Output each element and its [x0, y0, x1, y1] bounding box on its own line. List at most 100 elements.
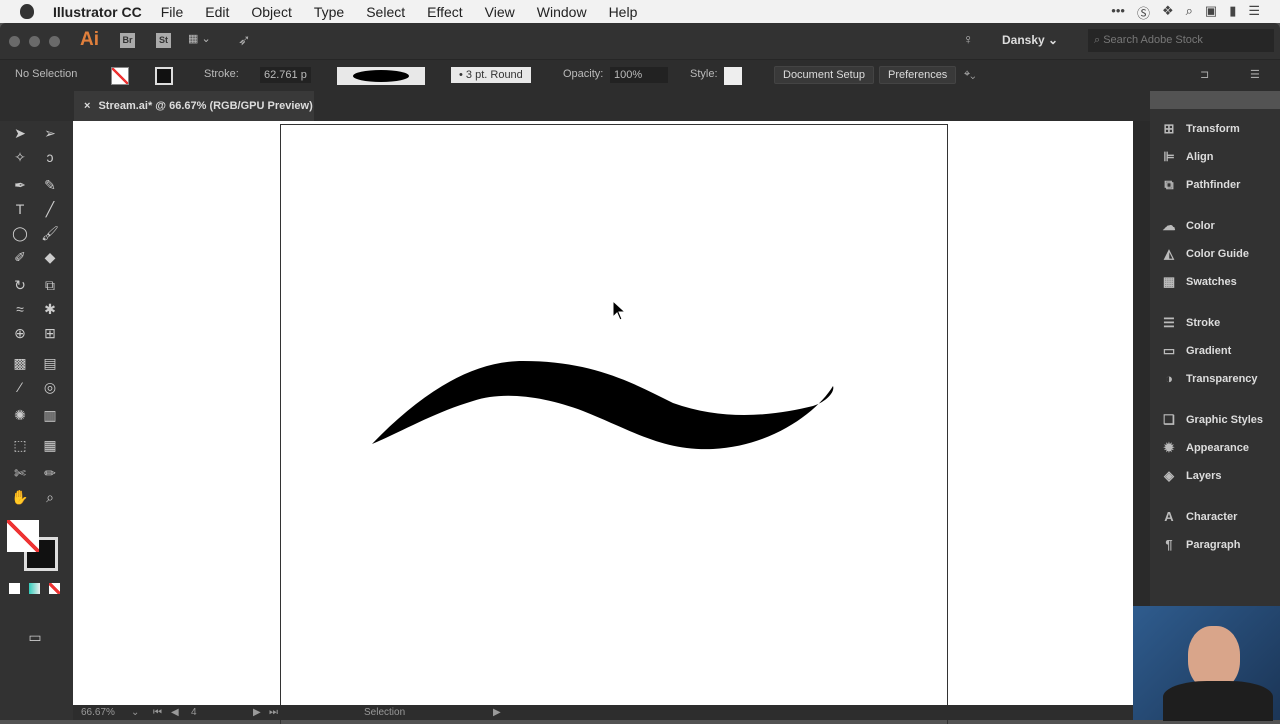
app-menu[interactable]: Illustrator CC: [53, 4, 142, 20]
calendar-icon[interactable]: ▣: [1205, 3, 1217, 22]
first-artboard-icon[interactable]: ⏮: [153, 707, 162, 718]
zoom-tool-icon[interactable]: ⌕: [40, 487, 60, 507]
zoom-window-button[interactable]: [49, 36, 60, 47]
document-tab[interactable]: × Stream.ai* @ 66.67% (RGB/GPU Preview): [74, 91, 314, 121]
skype-icon[interactable]: Ⓢ: [1137, 3, 1150, 22]
perspective-grid-tool-icon[interactable]: ⊞: [40, 323, 60, 343]
panel-paragraph[interactable]: ¶ Paragraph: [1160, 537, 1240, 552]
zoom-dropdown-icon[interactable]: ⌄: [131, 707, 139, 718]
direct-selection-tool-icon[interactable]: ➢: [40, 123, 60, 143]
panel-transparency[interactable]: ◑ Transparency: [1160, 371, 1257, 386]
color-mode-button[interactable]: [9, 583, 20, 594]
eraser-tool-icon[interactable]: ◆: [40, 247, 60, 267]
notification-icon[interactable]: ☰: [1248, 3, 1260, 22]
width-tool-icon[interactable]: ≈: [10, 299, 30, 319]
panel-appearance[interactable]: ✹ Appearance: [1160, 440, 1249, 456]
prev-artboard-icon[interactable]: ◀: [171, 707, 179, 718]
panel-transform[interactable]: ⊞ Transform: [1160, 121, 1240, 137]
pen-tool-icon[interactable]: ✒: [10, 175, 30, 195]
shaper-tool-icon[interactable]: ✐: [10, 247, 30, 267]
layout-icon[interactable]: ▮: [1229, 3, 1236, 22]
last-artboard-icon[interactable]: ⏭: [269, 707, 278, 718]
close-window-button[interactable]: [9, 36, 20, 47]
symbol-sprayer-tool-icon[interactable]: ✺: [10, 405, 30, 425]
next-artboard-icon[interactable]: ▶: [253, 707, 261, 718]
minimize-window-button[interactable]: [29, 36, 40, 47]
graphic-style-swatch[interactable]: [724, 67, 742, 85]
fill-swatch[interactable]: [111, 67, 129, 85]
opacity-input[interactable]: 100%: [610, 67, 668, 83]
stroke-weight-input[interactable]: 62.761 p: [260, 67, 311, 83]
none-mode-button[interactable]: [49, 583, 60, 594]
menu-object[interactable]: Object: [251, 4, 291, 20]
stroke-swatch[interactable]: [155, 67, 173, 85]
panel-swatches[interactable]: ▦ Swatches: [1160, 274, 1237, 290]
close-tab-icon[interactable]: ×: [84, 100, 90, 112]
panel-color-guide[interactable]: ◭ Color Guide: [1160, 246, 1249, 262]
menu-select[interactable]: Select: [366, 4, 405, 20]
knife-tool-icon[interactable]: ✏: [40, 463, 60, 483]
document-setup-button[interactable]: Document Setup: [774, 66, 874, 84]
menu-effect[interactable]: Effect: [427, 4, 463, 20]
eyedropper-tool-icon[interactable]: ⁄: [10, 377, 30, 397]
scissors-tool-icon[interactable]: ✄: [10, 463, 30, 483]
magic-wand-tool-icon[interactable]: ✧: [10, 147, 30, 167]
wave-brush-stroke[interactable]: [372, 361, 834, 450]
panel-stroke[interactable]: ☰ Stroke: [1160, 315, 1220, 331]
bridge-button[interactable]: Br: [120, 33, 135, 48]
menu-file[interactable]: File: [161, 4, 184, 20]
artboard-number[interactable]: 4: [191, 707, 197, 718]
menu-edit[interactable]: Edit: [205, 4, 229, 20]
width-profile-dropdown[interactable]: [337, 67, 425, 85]
panel-layers[interactable]: ◈ Layers: [1160, 468, 1221, 484]
fill-color-box[interactable]: [7, 520, 39, 552]
graph-tool-icon[interactable]: ▥: [40, 405, 60, 425]
panel-align[interactable]: ⊫ Align: [1160, 149, 1213, 165]
lasso-tool-icon[interactable]: ↄ: [40, 147, 60, 167]
canvas[interactable]: [73, 121, 1133, 724]
stock-button[interactable]: St: [156, 33, 171, 48]
type-tool-icon[interactable]: T: [10, 199, 30, 219]
dropbox-icon[interactable]: ❖: [1162, 3, 1174, 22]
blend-tool-icon[interactable]: ◎: [40, 377, 60, 397]
screen-mode-icon[interactable]: ▭: [25, 627, 45, 647]
stock-search-input[interactable]: ⌕ Search Adobe Stock: [1088, 29, 1274, 52]
panel-color[interactable]: ☁ Color: [1160, 218, 1215, 234]
panel-menu-icon[interactable]: ☰: [1250, 68, 1260, 81]
brush-dropdown[interactable]: • 3 pt. Round: [451, 67, 531, 83]
lightbulb-icon[interactable]: ♀: [963, 31, 974, 47]
apple-icon[interactable]: [20, 4, 34, 19]
curvature-tool-icon[interactable]: ✎: [40, 175, 60, 195]
status-menu-icon[interactable]: ▶: [493, 707, 501, 718]
rotate-tool-icon[interactable]: ↻: [10, 275, 30, 295]
scale-tool-icon[interactable]: ⧉: [40, 275, 60, 295]
panel-gradient[interactable]: ▭ Gradient: [1160, 343, 1231, 359]
menu-window[interactable]: Window: [537, 4, 587, 20]
gradient-tool-icon[interactable]: ▤: [40, 353, 60, 373]
panel-pathfinder[interactable]: ⧉ Pathfinder: [1160, 177, 1240, 193]
menu-view[interactable]: View: [485, 4, 515, 20]
more-icon[interactable]: •••: [1111, 3, 1125, 22]
zoom-level[interactable]: 66.67%: [81, 707, 115, 718]
shape-builder-tool-icon[interactable]: ⊕: [10, 323, 30, 343]
mesh-tool-icon[interactable]: ▩: [10, 353, 30, 373]
search-icon[interactable]: ⌕: [1186, 3, 1193, 22]
preferences-button[interactable]: Preferences: [879, 66, 957, 84]
select-similar-icon[interactable]: ⌖⌄: [964, 68, 975, 81]
gradient-mode-button[interactable]: [29, 583, 40, 594]
line-tool-icon[interactable]: ╱: [40, 199, 60, 219]
align-icon[interactable]: ⊐: [1200, 68, 1209, 81]
paintbrush-tool-icon[interactable]: 🖌: [40, 223, 60, 243]
menu-type[interactable]: Type: [314, 4, 344, 20]
current-tool-status[interactable]: Selection: [364, 707, 405, 718]
slice-tool-icon[interactable]: ▦: [40, 435, 60, 455]
workspace-switcher[interactable]: Dansky ⌄: [1002, 33, 1058, 47]
panel-graphic-styles[interactable]: ❏ Graphic Styles: [1160, 412, 1263, 428]
hand-tool-icon[interactable]: ✋: [10, 487, 30, 507]
panel-character[interactable]: A Character: [1160, 509, 1237, 524]
artboard-tool-icon[interactable]: ⬚: [10, 435, 30, 455]
ellipse-tool-icon[interactable]: ◯: [10, 223, 30, 243]
arrange-documents-icon[interactable]: ▦ ⌄: [188, 32, 211, 45]
puppet-warp-tool-icon[interactable]: ✱: [40, 299, 60, 319]
selection-tool-icon[interactable]: ➤: [10, 123, 30, 143]
